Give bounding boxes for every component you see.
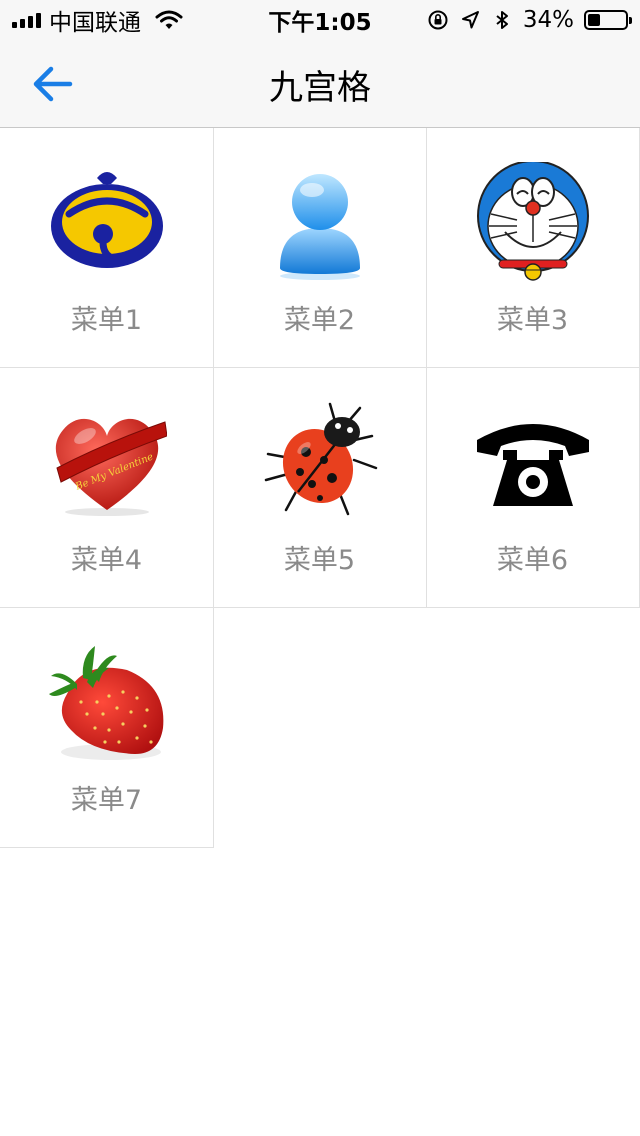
menu-item-label: 菜单6 (496, 545, 569, 576)
menu-item-6[interactable]: 菜单6 (426, 368, 640, 608)
location-icon (461, 11, 479, 29)
menu-item-7[interactable]: 菜单7 (0, 608, 214, 848)
arrow-left-icon (33, 66, 73, 102)
status-right: 34% (427, 0, 632, 40)
status-left: 中国联通 (12, 0, 183, 40)
heart-icon: Be My Valentine (55, 418, 167, 516)
menu-item-label: 菜单4 (70, 545, 143, 576)
menu-item-label: 菜单2 (283, 305, 356, 336)
signal-icon (12, 12, 41, 28)
menu-item-label: 菜单5 (283, 545, 356, 576)
menu-item-2[interactable]: 菜单2 (213, 128, 427, 368)
menu-item-1[interactable]: 菜单1 (0, 128, 214, 368)
bell-icon (51, 172, 163, 268)
telephone-icon (477, 424, 589, 506)
strawberry-icon (49, 646, 164, 760)
menu-item-4[interactable]: Be My Valentine 菜单4 (0, 368, 214, 608)
back-button[interactable] (22, 56, 82, 112)
menu-item-5[interactable]: 菜单5 (213, 368, 427, 608)
menu-item-3[interactable]: 菜单3 (426, 128, 640, 368)
battery-percent: 34% (522, 7, 574, 33)
menu-item-label: 菜单1 (70, 305, 143, 336)
carrier-name: 中国联通 (49, 10, 141, 36)
menu-item-label: 菜单3 (496, 305, 569, 336)
wifi-icon (155, 10, 183, 29)
battery-icon (584, 10, 632, 30)
navigation-bar: 九宫格 (0, 40, 640, 128)
orientation-lock-icon (428, 10, 448, 30)
user-icon (280, 174, 360, 280)
doraemon-icon (477, 162, 589, 281)
bluetooth-icon (496, 11, 508, 29)
page-title: 九宫格 (269, 67, 371, 108)
menu-item-label: 菜单7 (70, 785, 143, 816)
ladybug-icon (264, 402, 378, 516)
status-bar: 中国联通 下午1:05 34% (0, 0, 640, 40)
